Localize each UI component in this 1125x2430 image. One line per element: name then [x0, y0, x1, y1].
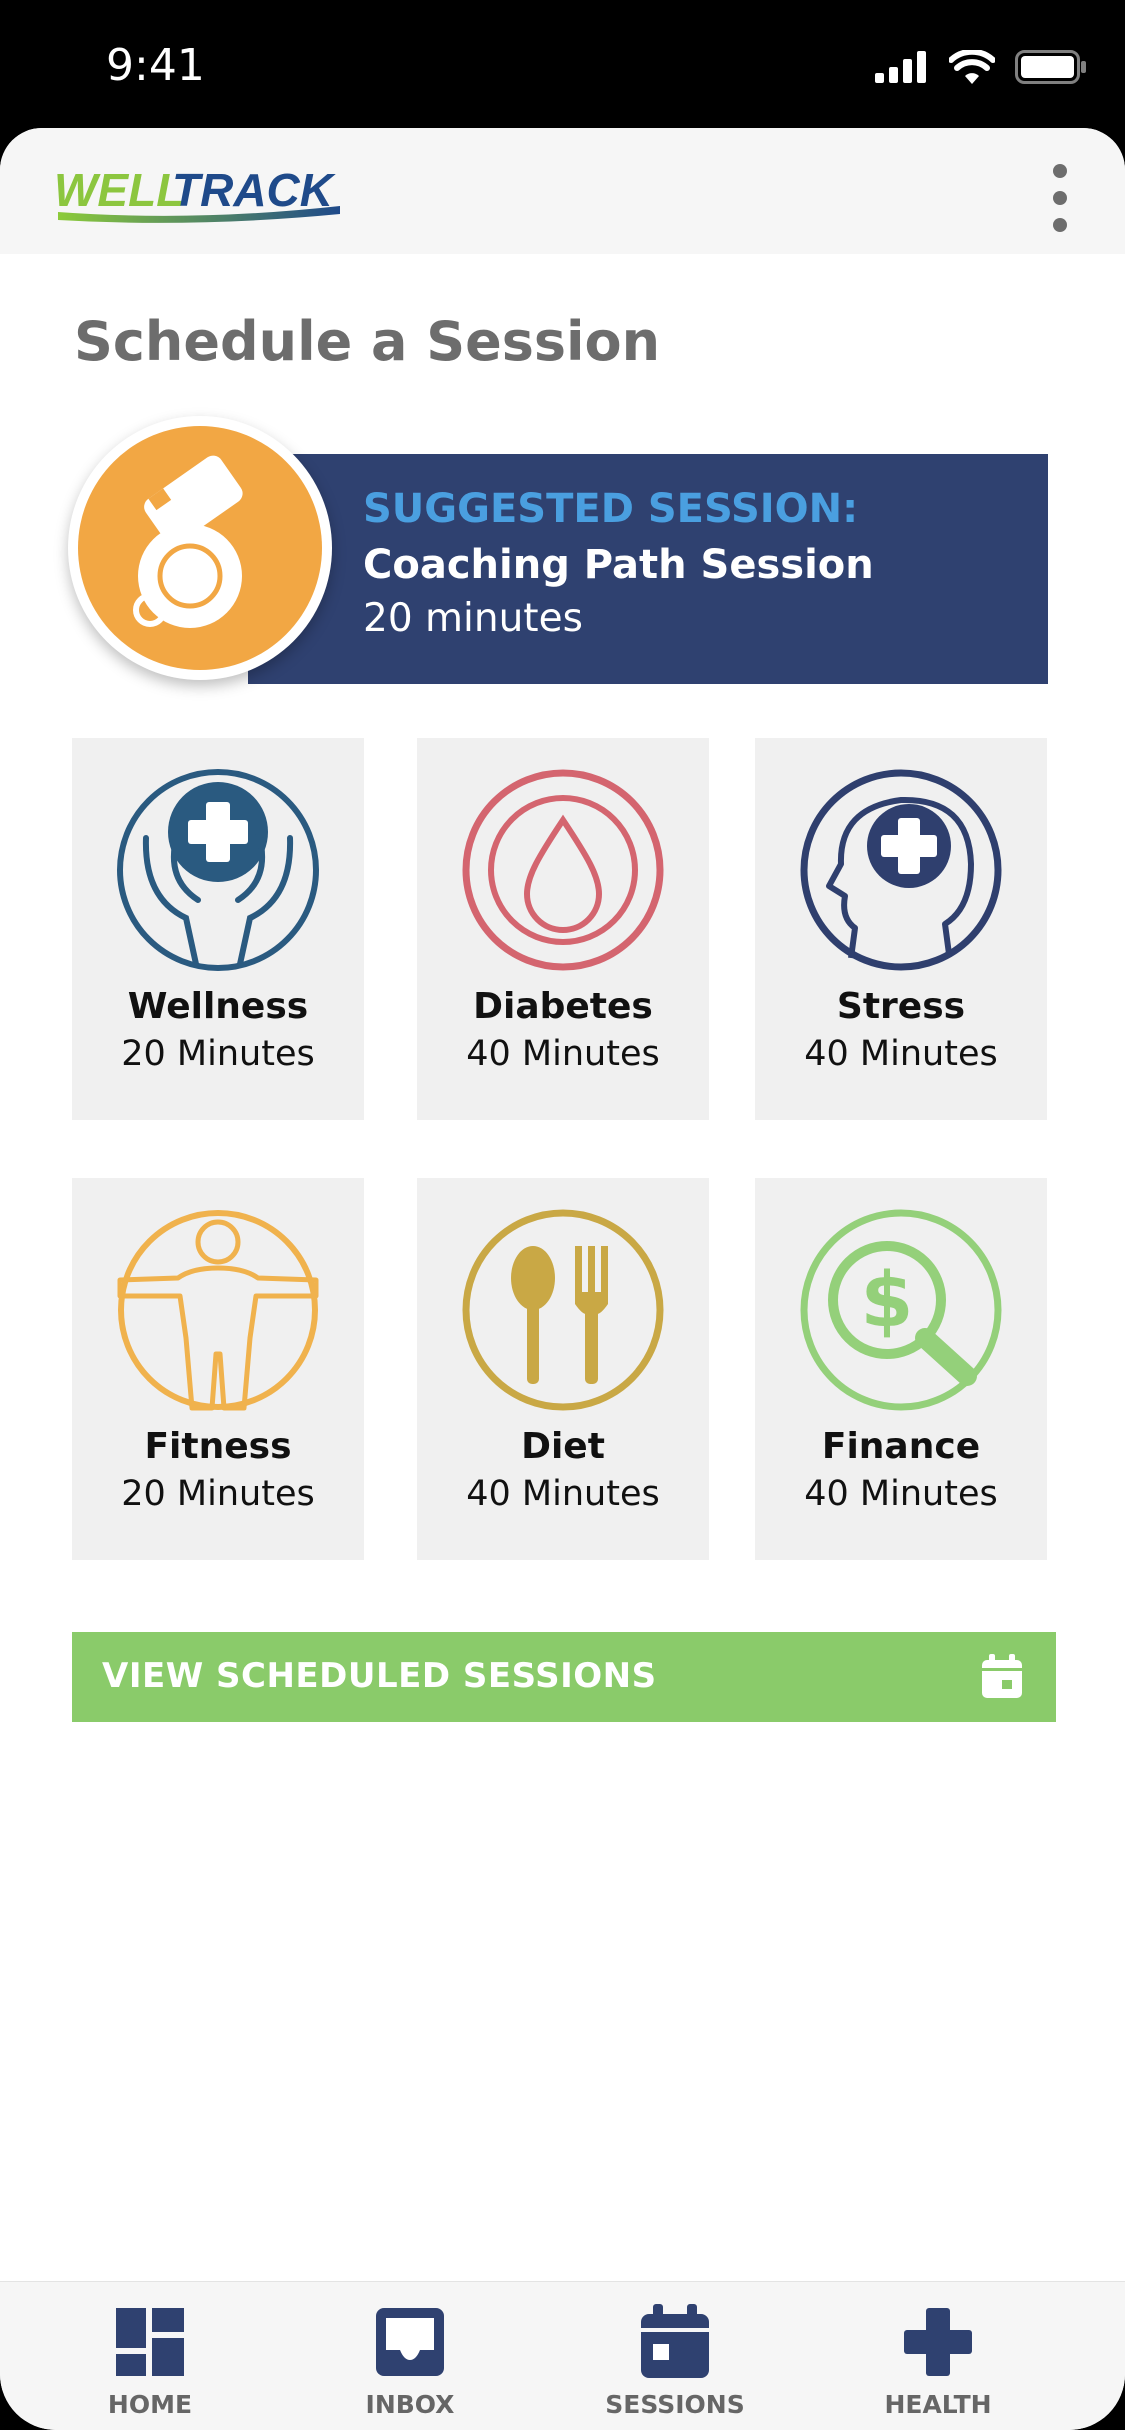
more-vertical-icon[interactable] [1045, 158, 1075, 238]
page-title: Schedule a Session [74, 310, 661, 373]
tab-label: SESSIONS [605, 2390, 745, 2419]
tile-duration: 20 Minutes [121, 1474, 315, 1514]
tile-finance[interactable]: $ Finance 40 Minutes [755, 1178, 1047, 1560]
app-screen: WELL TRACK Schedule a Session SUGGESTED … [0, 128, 1125, 2430]
tile-name: Wellness [127, 986, 309, 1027]
plus-icon [904, 2308, 972, 2376]
tab-health[interactable]: HEALTH [838, 2282, 1038, 2430]
tile-name: Stress [836, 986, 966, 1027]
tile-fitness[interactable]: Fitness 20 Minutes [72, 1178, 364, 1560]
bottom-tab-bar: HOME INBOX SESSIONS HEALTH [0, 2281, 1125, 2430]
dashboard-icon [116, 2308, 184, 2376]
head-cross-icon [800, 769, 1002, 971]
tile-diabetes[interactable]: Diabetes 40 Minutes [417, 738, 709, 1120]
view-scheduled-sessions-button[interactable]: VIEW SCHEDULED SESSIONS [72, 1632, 1056, 1722]
tile-name: Fitness [144, 1426, 292, 1467]
view-scheduled-sessions-label: VIEW SCHEDULED SESSIONS [102, 1656, 657, 1696]
tile-stress[interactable]: Stress 40 Minutes [755, 738, 1047, 1120]
tab-label: INBOX [365, 2390, 455, 2419]
suggested-label: SUGGESTED SESSION: [363, 486, 859, 532]
tab-label: HOME [107, 2390, 193, 2419]
tab-label: HEALTH [884, 2390, 992, 2419]
tile-name: Diet [521, 1426, 605, 1467]
tile-diet[interactable]: Diet 40 Minutes [417, 1178, 709, 1560]
tile-name: Diabetes [473, 986, 653, 1027]
dollar-search-icon: $ [800, 1209, 1002, 1411]
tab-inbox[interactable]: INBOX [310, 2282, 510, 2430]
whistle-icon [133, 455, 243, 628]
calendar-icon [982, 1654, 1022, 1698]
suggested-session-card[interactable]: SUGGESTED SESSION: Coaching Path Session… [68, 416, 1048, 684]
status-icons [875, 50, 1087, 84]
tile-duration: 20 Minutes [121, 1034, 315, 1074]
tile-name: Finance [821, 1426, 981, 1467]
tab-home[interactable]: HOME [50, 2282, 250, 2430]
suggested-icon-circle [68, 416, 332, 680]
welltrack-logo[interactable]: WELL TRACK [54, 162, 344, 226]
logo-text-track: TRACK [172, 164, 336, 216]
wifi-icon [949, 50, 995, 84]
spoon-fork-icon [462, 1209, 664, 1411]
battery-icon [1015, 50, 1086, 84]
body-icon [117, 1210, 319, 1411]
suggested-session-name: Coaching Path Session [363, 542, 874, 588]
status-time: 9:41 [106, 40, 205, 91]
app-header: WELL TRACK [0, 128, 1125, 254]
tile-duration: 40 Minutes [804, 1034, 998, 1074]
tab-sessions[interactable]: SESSIONS [575, 2282, 775, 2430]
tile-duration: 40 Minutes [466, 1474, 660, 1514]
status-bar: 9:41 [0, 0, 1125, 130]
svg-text:$: $ [861, 1255, 914, 1344]
hands-cross-icon [117, 769, 319, 971]
tile-wellness[interactable]: Wellness 20 Minutes [72, 738, 364, 1120]
logo-text-well: WELL [54, 164, 184, 216]
drop-icon [462, 769, 664, 971]
inbox-icon [376, 2308, 444, 2376]
signal-icon [875, 51, 926, 83]
tile-duration: 40 Minutes [804, 1474, 998, 1514]
tile-duration: 40 Minutes [466, 1034, 660, 1074]
calendar-icon [641, 2304, 709, 2378]
suggested-session-duration: 20 minutes [363, 596, 583, 641]
